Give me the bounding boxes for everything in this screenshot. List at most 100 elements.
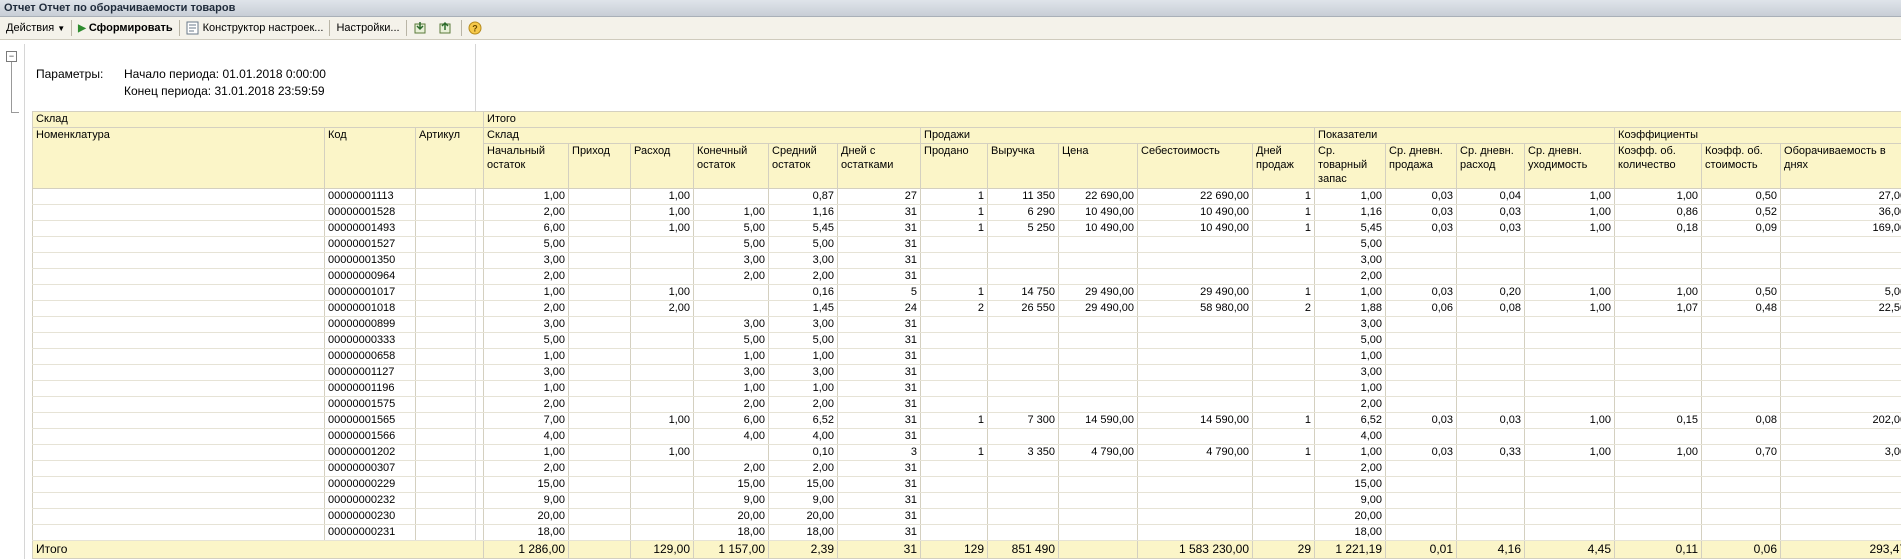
cell-artikul (414, 332, 485, 349)
help-button[interactable]: ? (464, 18, 489, 38)
table-cell: 1 (1252, 204, 1316, 221)
table-cell (1701, 476, 1782, 493)
settings-label: Настройки... (336, 22, 400, 34)
table-cell (1701, 268, 1782, 285)
table-cell (1137, 524, 1254, 541)
cell-nomenklatura (32, 444, 325, 461)
table-cell: 0,15 (1614, 412, 1703, 429)
table-cell (1385, 460, 1458, 477)
actions-menu[interactable]: Действия ▼ (2, 18, 69, 38)
table-row: 00000001196 1,00 1,00 1,00 31 1,00 (32, 380, 1901, 397)
table-cell (1137, 348, 1254, 365)
cell-kod: 00000001202 (324, 444, 416, 461)
table-cell: 31 (837, 460, 922, 477)
cell-kod: 00000000231 (324, 524, 416, 541)
cell-nomenklatura (32, 364, 325, 381)
table-cell (630, 348, 695, 365)
table-cell: 18,00 (768, 524, 839, 541)
table-cell: 9,00 (768, 492, 839, 509)
table-cell: 1,00 (1614, 444, 1703, 461)
generate-button[interactable]: ▶ Сформировать (74, 18, 177, 38)
table-cell (568, 492, 632, 509)
total-cell: 0,06 (1701, 540, 1782, 559)
table-cell (1058, 268, 1139, 285)
table-cell (568, 332, 632, 349)
table-cell (920, 380, 989, 397)
table-cell (1456, 364, 1526, 381)
cell-nomenklatura (32, 236, 325, 253)
cell-artikul (414, 524, 485, 541)
help-icon: ? (468, 21, 482, 35)
table-cell: 2,00 (483, 300, 570, 317)
table-cell: 36,00 (1780, 204, 1901, 221)
table-cell: 0,33 (1456, 444, 1526, 461)
table-cell (1780, 252, 1901, 269)
save-icon (438, 21, 452, 35)
table-cell: 2,00 (693, 460, 770, 477)
table-cell (1524, 476, 1616, 493)
table-cell: 1,00 (630, 188, 695, 205)
save-settings-button[interactable] (434, 18, 459, 38)
table-cell (630, 268, 695, 285)
table-cell (568, 268, 632, 285)
table-cell (630, 364, 695, 381)
table-cell (1524, 236, 1616, 253)
table-cell (987, 316, 1060, 333)
table-cell (630, 524, 695, 541)
cell-kod: 00000000964 (324, 268, 416, 285)
load-settings-button[interactable] (409, 18, 434, 38)
total-cell: 129,00 (630, 540, 695, 559)
collapse-toggle-icon[interactable]: − (6, 51, 17, 62)
table-cell: 22 690,00 (1137, 188, 1254, 205)
table-cell: 0,03 (1385, 444, 1458, 461)
table-cell (630, 492, 695, 509)
cell-artikul (414, 396, 485, 413)
table-cell: 31 (837, 492, 922, 509)
table-cell (1385, 332, 1458, 349)
table-cell (568, 236, 632, 253)
total-cell: 4,45 (1524, 540, 1616, 559)
table-cell: 1,45 (768, 300, 839, 317)
table-cell (1614, 492, 1703, 509)
table-row: 00000001493 6,00 1,00 5,00 5,45 31 1 5 250 10 49… (32, 220, 1901, 237)
table-cell: 15,00 (483, 476, 570, 493)
constructor-button[interactable]: Конструктор настроек... (182, 18, 328, 38)
table-cell (1524, 396, 1616, 413)
table-cell: 10 490,00 (1137, 220, 1254, 237)
table-cell (920, 508, 989, 525)
table-cell (1252, 460, 1316, 477)
table-row: 00000000230 20,00 20,00 20,00 31 20,00 (32, 508, 1901, 525)
table-cell (693, 300, 770, 317)
table-cell (1524, 428, 1616, 445)
table-cell: 202,00 (1780, 412, 1901, 429)
table-row: 00000000231 18,00 18,00 18,00 31 18,00 (32, 524, 1901, 541)
cell-kod: 00000000229 (324, 476, 416, 493)
table-cell: 2 (1252, 300, 1316, 317)
cell-kod: 00000000899 (324, 316, 416, 333)
table-cell (693, 188, 770, 205)
period-start: Начало периода: 01.01.2018 0:00:00 (124, 67, 326, 81)
table-cell: 0,16 (768, 284, 839, 301)
table-cell: 1,00 (630, 444, 695, 461)
cell-artikul (414, 236, 485, 253)
table-cell: 1 (1252, 284, 1316, 301)
table-cell (1252, 396, 1316, 413)
column-header: Продано (920, 143, 989, 189)
table-cell (630, 508, 695, 525)
table-cell (568, 396, 632, 413)
table-cell: 0,87 (768, 188, 839, 205)
cell-kod: 00000001566 (324, 428, 416, 445)
cell-kod: 00000000333 (324, 332, 416, 349)
table-cell (630, 380, 695, 397)
table-cell (920, 476, 989, 493)
table-cell (1614, 396, 1703, 413)
table-cell (1780, 332, 1901, 349)
column-header: Средний остаток (768, 143, 839, 189)
report-area[interactable]: − Параметры: Начало периода: 01.01.2018 … (0, 44, 1901, 559)
table-cell: 3,00 (768, 316, 839, 333)
table-cell (920, 236, 989, 253)
table-cell: 1,00 (1314, 188, 1387, 205)
table-cell (1385, 348, 1458, 365)
settings-button[interactable]: Настройки... (332, 18, 403, 38)
table-cell: 10 490,00 (1058, 220, 1139, 237)
